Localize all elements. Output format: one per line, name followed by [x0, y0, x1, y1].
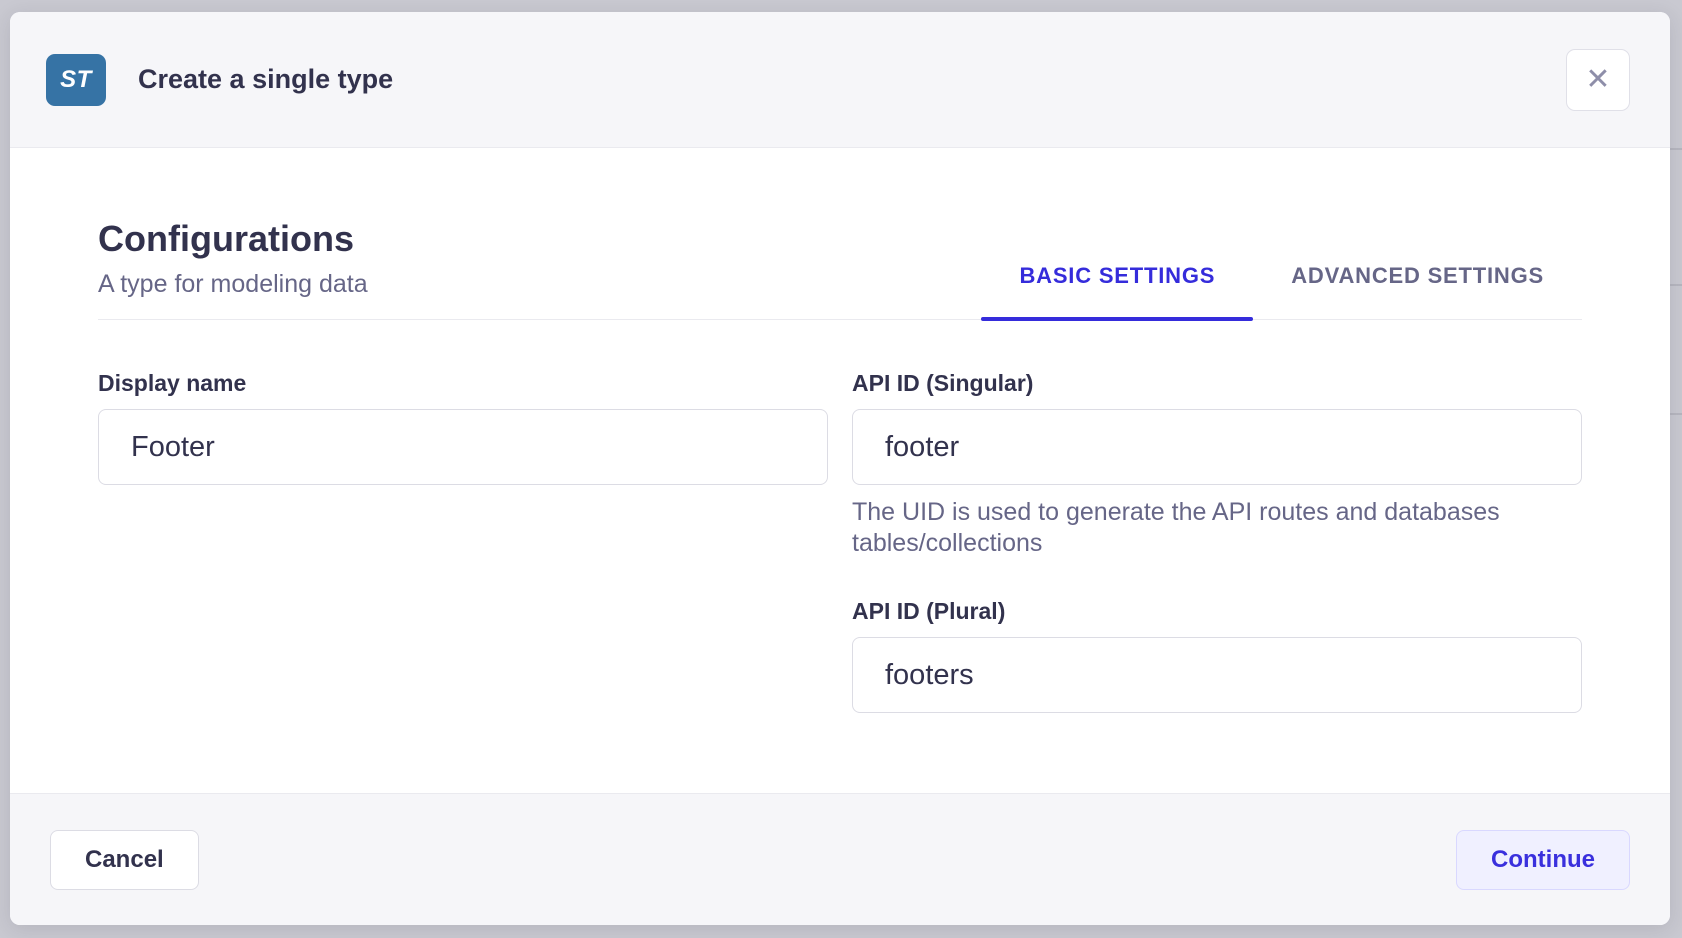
continue-button[interactable]: Continue: [1456, 830, 1630, 890]
section-subtitle: A type for modeling data: [98, 270, 368, 299]
modal-body: Configurations A type for modeling data …: [10, 148, 1670, 793]
display-name-field-group: Display name: [98, 370, 828, 485]
create-single-type-modal: ST Create a single type ✕ Configurations…: [10, 12, 1670, 925]
configuration-form: Display name API ID (Singular) The UID i…: [98, 370, 1582, 713]
cancel-button[interactable]: Cancel: [50, 830, 199, 890]
api-id-singular-hint: The UID is used to generate the API rout…: [852, 497, 1582, 558]
settings-tabs: BASIC SETTINGS ADVANCED SETTINGS: [981, 218, 1582, 319]
section-head: Configurations A type for modeling data …: [98, 218, 1582, 319]
form-column-right: API ID (Singular) The UID is used to gen…: [852, 370, 1582, 713]
single-type-badge-icon: ST: [46, 54, 106, 106]
modal-title: Create a single type: [138, 64, 393, 95]
display-name-input[interactable]: [98, 409, 828, 485]
api-id-singular-field-group: API ID (Singular) The UID is used to gen…: [852, 370, 1582, 558]
tab-basic-settings[interactable]: BASIC SETTINGS: [981, 263, 1253, 319]
api-id-singular-input[interactable]: [852, 409, 1582, 485]
form-column-left: Display name: [98, 370, 828, 713]
modal-footer: Cancel Continue: [10, 793, 1670, 925]
api-id-plural-input[interactable]: [852, 637, 1582, 713]
section-titles: Configurations A type for modeling data: [98, 218, 368, 319]
tabs-divider: [98, 319, 1582, 320]
close-button[interactable]: ✕: [1566, 49, 1630, 111]
api-id-plural-label: API ID (Plural): [852, 598, 1582, 625]
section-title: Configurations: [98, 218, 368, 260]
display-name-label: Display name: [98, 370, 828, 397]
modal-header: ST Create a single type ✕: [10, 12, 1670, 148]
backdrop-artifact-line: [1668, 413, 1682, 415]
api-id-singular-label: API ID (Singular): [852, 370, 1582, 397]
close-icon: ✕: [1585, 65, 1610, 95]
tab-advanced-settings[interactable]: ADVANCED SETTINGS: [1253, 263, 1582, 319]
api-id-plural-field-group: API ID (Plural): [852, 598, 1582, 713]
backdrop-artifact-line: [1668, 148, 1682, 150]
backdrop-artifact-line: [1668, 284, 1682, 286]
